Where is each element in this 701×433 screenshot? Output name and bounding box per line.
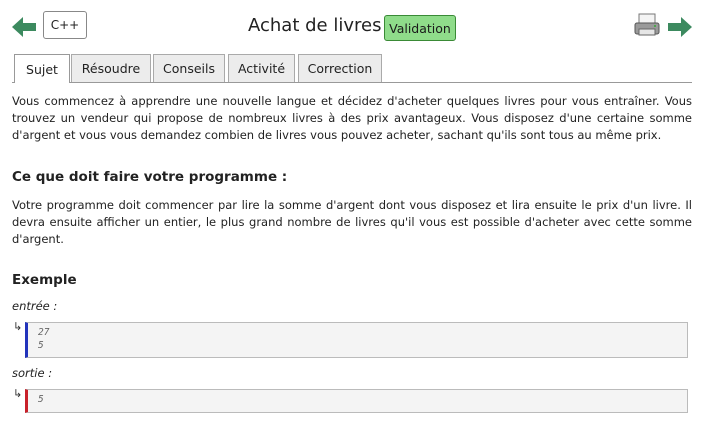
output-return-arrow-icon: ↳: [13, 387, 23, 400]
intro-section: Vous commencez à apprendre une nouvelle …: [12, 93, 692, 144]
task-heading: Ce que doit faire votre programme :: [12, 169, 288, 185]
tab-bar: Sujet Résoudre Conseils Activité Correct…: [12, 54, 692, 83]
task-heading-wrap: Ce que doit faire votre programme :: [12, 169, 692, 185]
input-label: entrée :: [12, 299, 58, 313]
tab-activite[interactable]: Activité: [228, 54, 295, 82]
page-title: Achat de livres: [248, 15, 382, 36]
example-heading-wrap: Exemple: [12, 272, 692, 288]
next-arrow-icon[interactable]: [668, 17, 692, 37]
output-line: 5: [38, 394, 44, 405]
output-label: sortie :: [12, 366, 53, 380]
example-input-box: 27 5: [25, 322, 688, 358]
tab-correction[interactable]: Correction: [298, 54, 382, 82]
tab-sujet[interactable]: Sujet: [14, 54, 70, 83]
example-heading: Exemple: [12, 272, 77, 288]
tab-resoudre[interactable]: Résoudre: [71, 54, 151, 82]
printer-icon[interactable]: [634, 12, 660, 38]
validation-button[interactable]: Validation: [384, 15, 456, 41]
input-line: 5: [38, 340, 44, 351]
example-output-box: 5: [25, 389, 688, 413]
input-return-arrow-icon: ↳: [13, 320, 23, 333]
intro-paragraph: Vous commencez à apprendre une nouvelle …: [12, 94, 692, 142]
task-section: Votre programme doit commencer par lire …: [12, 197, 692, 248]
language-selector-button[interactable]: C++: [43, 11, 87, 39]
input-line: 27: [38, 327, 50, 338]
task-paragraph: Votre programme doit commencer par lire …: [12, 198, 692, 246]
tab-conseils[interactable]: Conseils: [153, 54, 225, 82]
previous-arrow-icon[interactable]: [12, 17, 36, 37]
